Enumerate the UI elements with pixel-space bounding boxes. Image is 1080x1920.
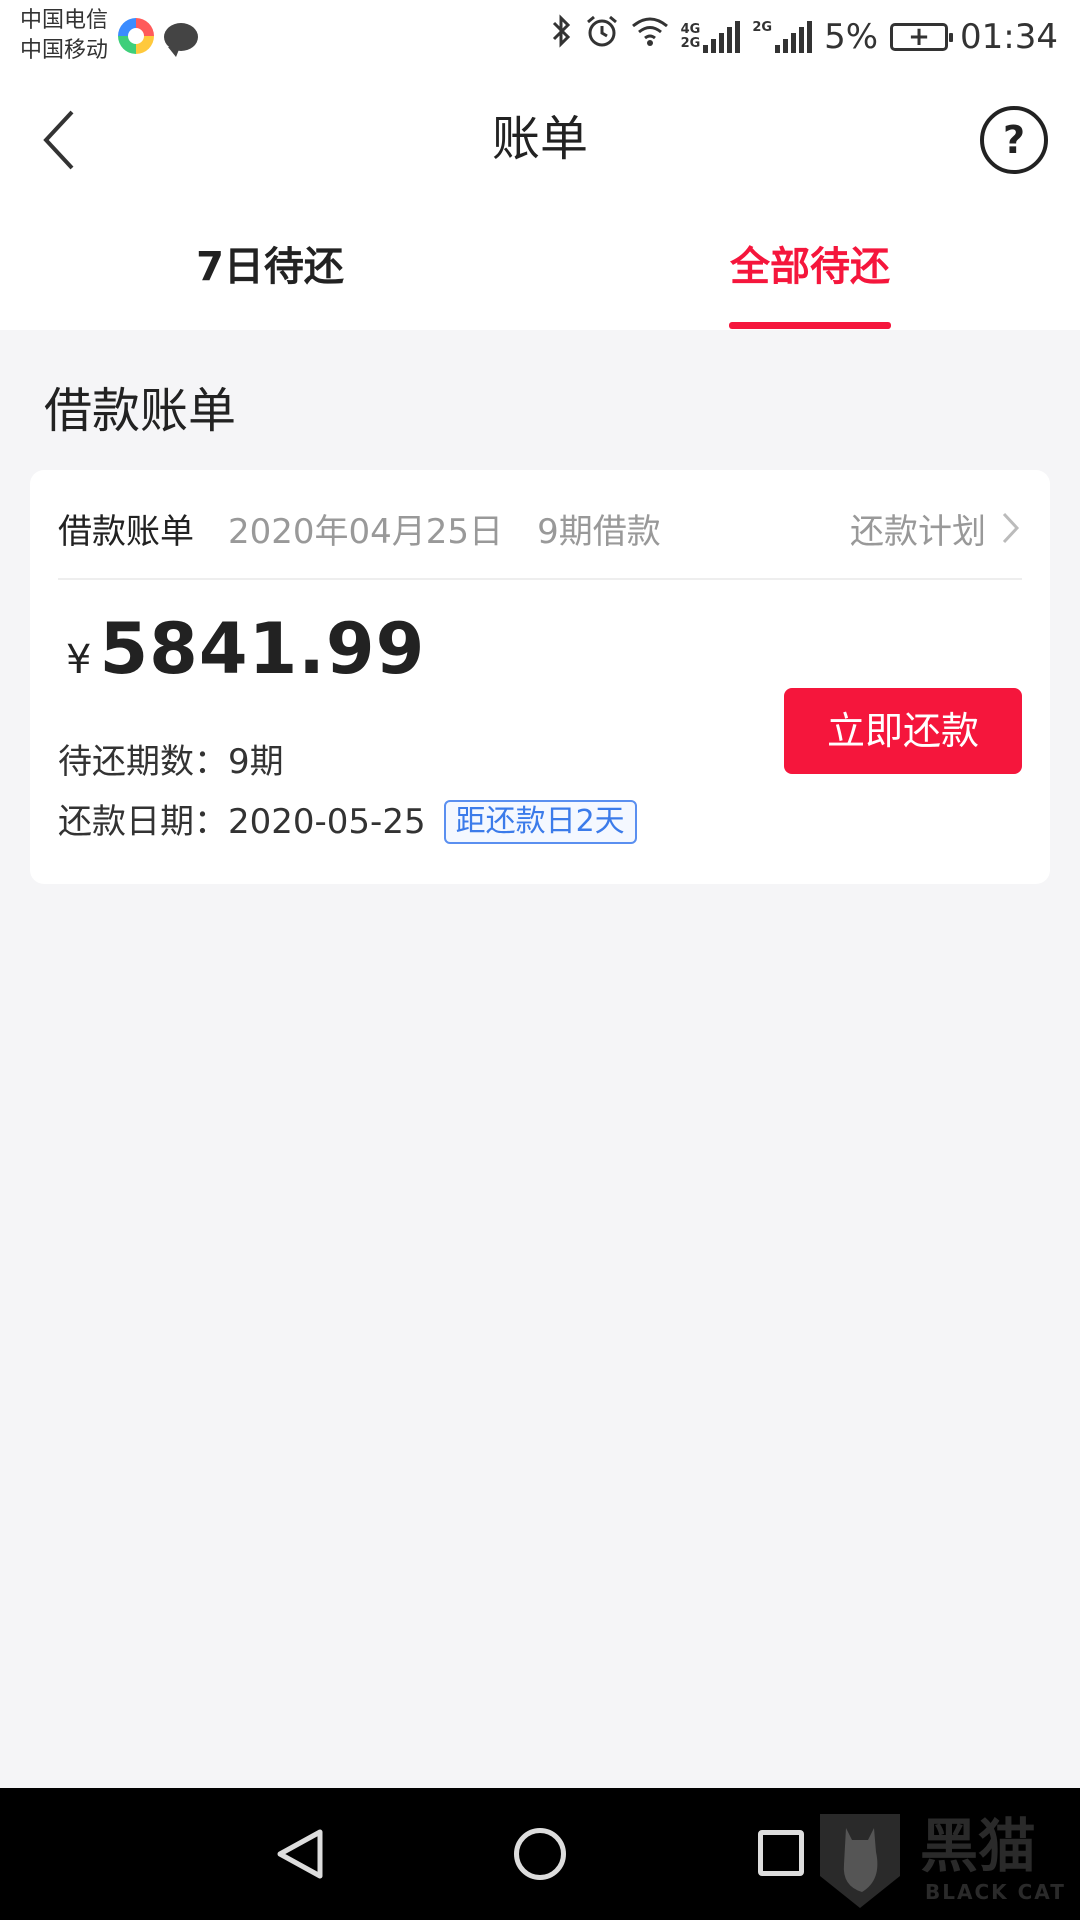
app-header: 账单 ?: [0, 72, 1080, 202]
nav-home-icon[interactable]: [514, 1828, 566, 1880]
chevron-right-icon: [1002, 512, 1020, 544]
help-icon[interactable]: ?: [980, 106, 1048, 174]
signal-2g: 2G: [752, 19, 813, 53]
status-right: 4G 2G 2G 5% + 01:34: [551, 14, 1058, 59]
card-title: 借款账单: [58, 511, 194, 552]
tab-7-day-due[interactable]: 7日待还: [170, 232, 370, 302]
remaining-periods-label: 待还期数：: [58, 742, 228, 782]
card-divider: [58, 578, 1022, 580]
amount-value: 5841.99: [99, 608, 426, 690]
battery-percent: 5%: [824, 16, 879, 57]
card-header: 借款账单 2020年04月25日 9期借款 还款计划: [58, 498, 1022, 558]
system-navigation-bar: 黑猫 BLACK CAT: [0, 1788, 1080, 1920]
chat-bubble-icon: [164, 23, 198, 57]
clock: 01:34: [960, 16, 1058, 57]
repayment-date: 还款日期： 2020-05-25 距还款日2天: [58, 798, 637, 846]
repayment-plan-link[interactable]: 还款计划: [850, 498, 1022, 558]
signal-bars-1-icon: [703, 20, 741, 53]
repayment-plan-label: 还款计划: [850, 511, 986, 552]
nav-back-icon[interactable]: [272, 1826, 328, 1882]
black-cat-watermark-icon: [812, 1806, 908, 1912]
repayment-date-value: 2020-05-25: [228, 802, 426, 842]
carrier-names: 中国电信 中国移动: [20, 6, 108, 66]
carrier-1: 中国电信: [20, 8, 109, 33]
network-label-3: 2G: [752, 19, 773, 35]
section-title: 借款账单: [44, 383, 237, 439]
watermark-subtext: BLACK CAT: [925, 1880, 1066, 1904]
amount-due: ¥ 5841.99: [66, 608, 425, 690]
alarm-icon: [585, 14, 619, 59]
bluetooth-icon: [551, 14, 573, 59]
network-label-1: 4G: [680, 21, 701, 37]
wifi-icon: [631, 15, 669, 58]
currency-symbol: ¥: [66, 637, 92, 683]
browser-app-icon: [118, 18, 154, 54]
signal-4g-2g: 4G 2G: [680, 20, 741, 53]
battery-icon: +: [890, 22, 954, 52]
loan-date: 2020年04月25日: [228, 511, 504, 552]
signal-bars-2-icon: [775, 20, 813, 53]
remaining-periods-value: 9期: [228, 742, 284, 782]
network-label-2: 2G: [680, 35, 701, 51]
days-until-due-badge: 距还款日2天: [443, 800, 637, 844]
remaining-periods: 待还期数：9期: [58, 738, 284, 786]
notification-icons: [118, 18, 198, 57]
loan-bill-card: 借款账单 2020年04月25日 9期借款 还款计划 ¥ 5841.99 待还期…: [30, 470, 1050, 884]
tab-all-due[interactable]: 全部待还: [700, 232, 920, 302]
status-bar: 中国电信 中国移动 4G 2G 2G 5% + 01:34: [0, 0, 1080, 72]
carrier-2: 中国移动: [20, 38, 109, 63]
loan-periods: 9期借款: [537, 511, 661, 552]
tab-bar: 7日待还 全部待还: [0, 202, 1080, 330]
page-title: 账单: [491, 111, 588, 167]
active-tab-indicator: [729, 322, 891, 329]
repayment-date-label: 还款日期：: [58, 802, 228, 842]
nav-recent-apps-icon[interactable]: [758, 1830, 804, 1876]
repay-now-button[interactable]: 立即还款: [784, 688, 1022, 774]
watermark-text: 黑猫: [920, 1812, 1037, 1880]
